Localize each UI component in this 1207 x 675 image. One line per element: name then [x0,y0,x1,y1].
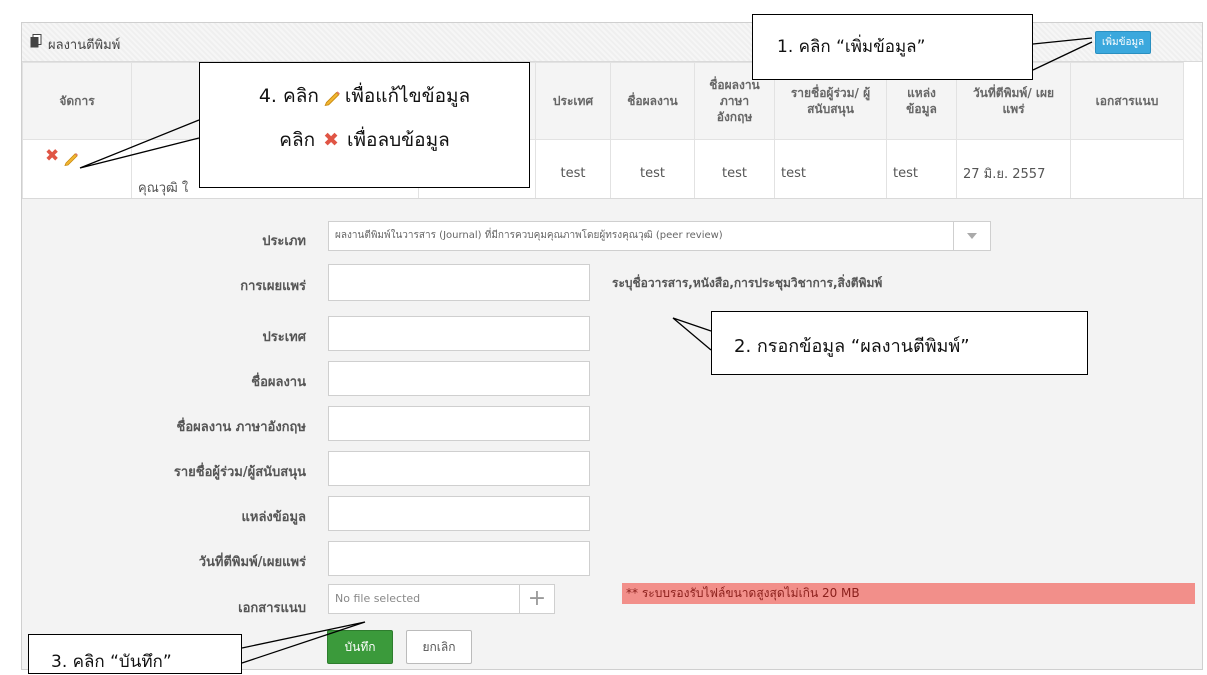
source-input[interactable] [328,496,590,531]
title-en-label: ชื่อผลงาน ภาษาอังกฤษ [176,420,306,435]
add-record-button[interactable]: เพิ่มข้อมูล [1095,31,1152,54]
col-header-country: ประเทศ [535,62,611,140]
row-date: 27 มิ.ย. 2557 [956,139,1071,207]
title-input[interactable] [328,361,590,396]
file-size-warning: ** ระบบรองรับไฟล์ขนาดสูงสุดไม่เกิน 20 MB [622,583,1195,604]
date-label: วันที่ตีพิมพ์/เผยแพร่ [198,555,306,570]
callout-fill-form: 2. กรอกข้อมูล “ผลงานตีพิมพ์” [711,311,1088,375]
publish-hint: ระบุชื่อวารสาร,หนังสือ,การประชุมวิชาการ,… [612,276,883,290]
dropdown-arrow-icon[interactable] [953,222,990,250]
title-en-input[interactable] [328,406,590,441]
edit-pencil-icon [324,90,340,106]
row-attachment [1070,139,1184,207]
table-row: ✖ คุณวุฒิ ใ test test test test test 27 … [22,139,1184,207]
add-file-icon[interactable]: + [519,585,554,613]
callout-edit-delete: 4. คลิก เพื่อแก้ไขข้อมูล คลิก ✖ เพื่อลบข้อม… [199,62,530,188]
callout-delete-text: คลิก [279,129,316,151]
delete-icon: ✖ [323,129,340,151]
country-label: ประเทศ [262,330,306,345]
file-placeholder: No file selected [335,592,421,605]
authors-input[interactable] [328,451,590,486]
publication-form: ประเภท ผลงานตีพิมพ์ในวารสาร (Journal) ที… [22,198,1202,669]
panel-title: ผลงานตีพิมพ์ [48,38,121,53]
callout-delete-line: คลิก ✖ เพื่อลบข้อมูล [200,125,529,155]
edit-pencil-icon[interactable] [63,150,79,166]
row-source: test [886,139,957,207]
file-input[interactable]: No file selected + [328,584,555,614]
col-header-title: ชื่อผลงาน [610,62,695,140]
date-input[interactable] [328,541,590,576]
type-select-value: ผลงานตีพิมพ์ในวารสาร (Journal) ที่มีการค… [335,230,723,241]
col-header-manage: จัดการ [22,62,132,140]
type-select[interactable]: ผลงานตีพิมพ์ในวารสาร (Journal) ที่มีการค… [328,221,991,251]
callout-add: 1. คลิก “เพิ่มข้อมูล” [752,14,1033,80]
publish-input[interactable] [328,264,590,301]
country-input[interactable] [328,316,590,351]
type-label: ประเภท [262,234,306,249]
authors-label: รายชื่อผู้ร่วม/ผู้สนับสนุน [173,465,306,480]
title-label: ชื่อผลงาน [251,375,306,390]
row-title: test [610,139,695,207]
delete-icon[interactable]: ✖ [45,146,59,166]
callout-delete-desc: เพื่อลบข้อมูล [347,129,450,151]
row-authors: test [774,139,887,207]
row-country: test [535,139,611,207]
publish-label: การเผยแพร่ [240,279,306,294]
cancel-button[interactable]: ยกเลิก [406,630,472,664]
callout-edit-text: 4. คลิก [258,85,319,107]
callout-edit-desc: เพื่อแก้ไขข้อมูล [344,85,471,107]
attach-label: เอกสารแนบ [238,601,306,616]
row-actions: ✖ [22,139,132,207]
col-header-attachment: เอกสารแนบ [1070,62,1184,140]
callout-save: 3. คลิก “บันทึก” [28,634,242,674]
row-title-en: test [694,139,775,207]
callout-edit-line: 4. คลิก เพื่อแก้ไขข้อมูล [200,81,529,111]
publication-table: จัดการ ประเทศ ชื่อผลงาน ชื่อผลงาน ภาษา อ… [22,62,1184,207]
source-label: แหล่งข้อมูล [241,510,307,525]
document-icon [30,34,42,48]
save-button[interactable]: บันทึก [327,630,393,664]
